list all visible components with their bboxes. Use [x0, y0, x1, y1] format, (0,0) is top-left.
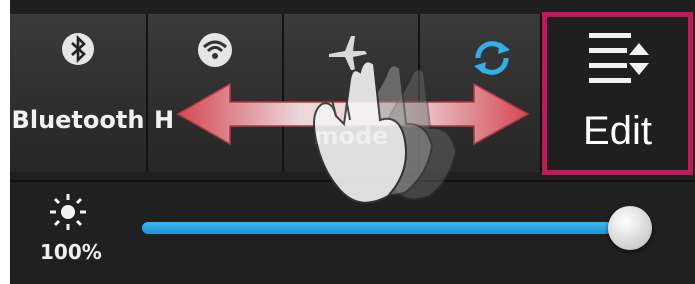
swipe-hand-icon	[313, 60, 458, 204]
swipe-gesture-overlay	[176, 60, 530, 204]
